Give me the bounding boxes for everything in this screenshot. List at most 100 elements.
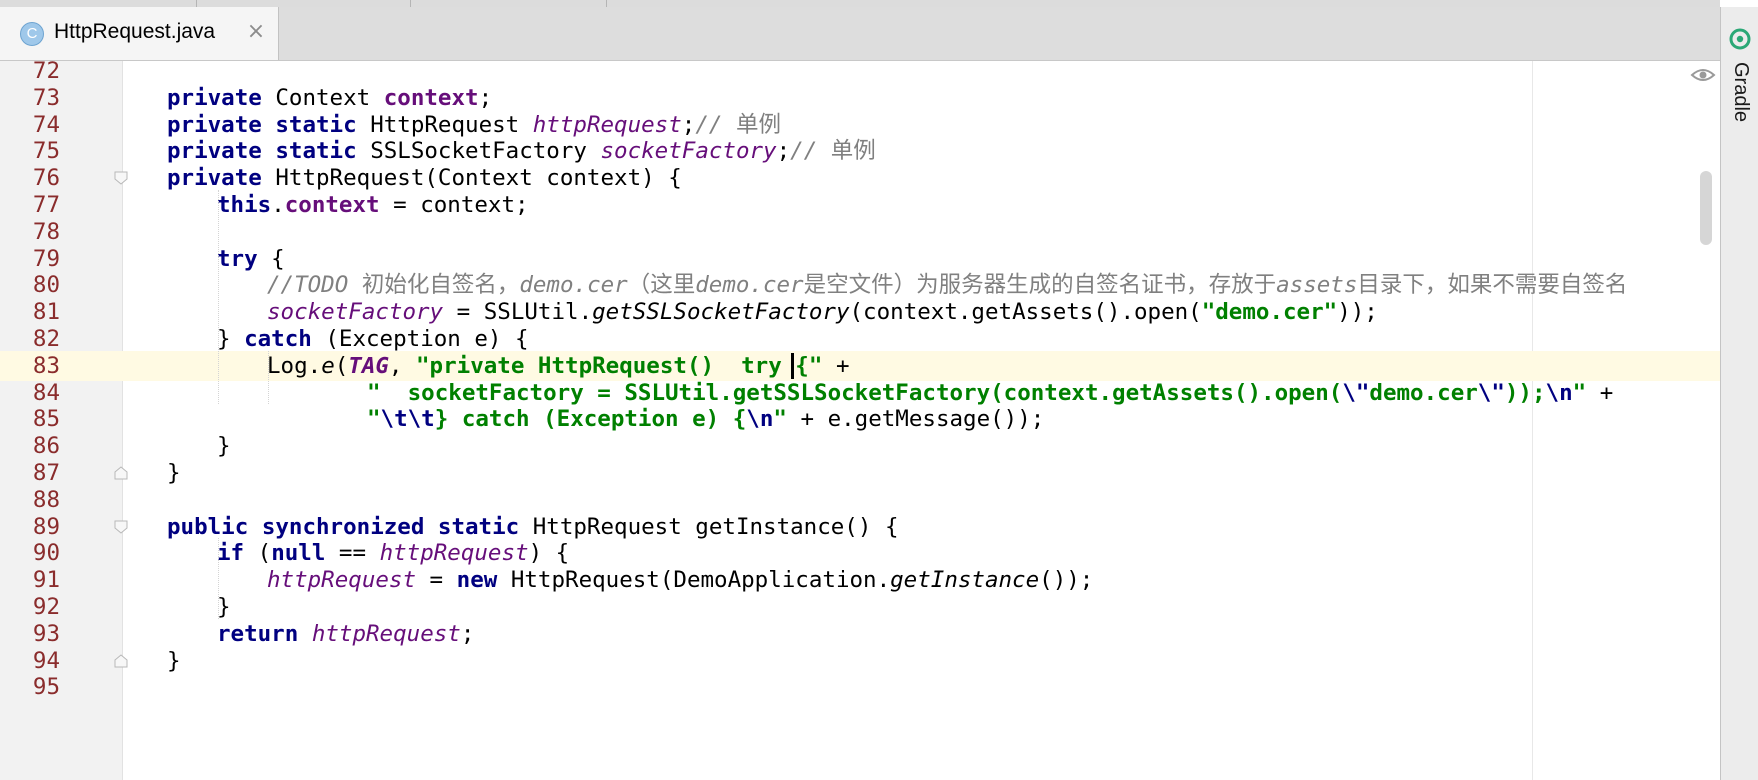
code-line[interactable]: 91 httpRequest = new HttpRequest(DemoAppl…: [0, 565, 1720, 595]
code-text: " socketFactory = SSLUtil.getSSLSocketFa…: [367, 378, 1613, 408]
code-token: }: [217, 594, 231, 620]
code-token: (: [334, 352, 349, 379]
code-text: private Context context;: [167, 83, 492, 113]
code-token: try: [217, 245, 258, 272]
code-token: 初始化自签名，: [361, 272, 520, 299]
code-token: .: [271, 192, 285, 218]
gradle-label[interactable]: Gradle: [1729, 62, 1752, 122]
code-line[interactable]: 77 this.context = context;: [0, 190, 1720, 220]
code-editor[interactable]: 72 73 private Context context; 74 private st…: [0, 61, 1720, 780]
indent-guide: [218, 190, 219, 405]
code-token: httpRequest: [267, 567, 417, 594]
code-token: getSSLSocketFactory: [592, 299, 850, 326]
fold-marker-icon[interactable]: [113, 465, 129, 481]
code-token: this: [217, 192, 272, 218]
code-text: } catch (Exception e) {: [217, 324, 529, 354]
code-line[interactable]: 81 socketFactory = SSLUtil.getSSLSocketFa…: [0, 297, 1720, 327]
code-line[interactable]: 79 try {: [0, 244, 1720, 274]
code-token: +: [835, 352, 850, 379]
code-text: }: [217, 431, 231, 461]
line-number: 76: [32, 165, 60, 192]
code-token: context: [284, 192, 380, 218]
code-token: private static: [167, 111, 357, 138]
code-text: }: [167, 458, 181, 488]
code-token: {: [257, 245, 285, 272]
code-line[interactable]: 75 private static SSLSocketFactory socket…: [0, 136, 1720, 166]
code-line[interactable]: 82} catch (Exception e) {: [0, 324, 1720, 354]
code-token: }: [167, 647, 181, 674]
code-line[interactable]: 88: [0, 485, 1720, 515]
code-line[interactable]: 90 if (null == httpRequest) {: [0, 538, 1720, 568]
close-icon[interactable]: ×: [244, 19, 268, 45]
gradle-elephant-icon[interactable]: [1728, 27, 1752, 51]
code-line[interactable]: 80//TODO 初始化自签名，demo.cer（这里demo.cer是空文件）…: [0, 270, 1720, 300]
line-number: 73: [32, 84, 60, 111]
fold-marker-icon[interactable]: [113, 519, 129, 535]
code-token: = SSLUtil.: [443, 299, 593, 326]
code-token: getInstance: [890, 567, 1040, 594]
code-text: private static HttpRequest httpRequest;/…: [167, 110, 781, 140]
tab-separator: [196, 0, 197, 7]
code-text: httpRequest = new HttpRequest(DemoApplic…: [267, 565, 1093, 595]
line-number: 77: [32, 192, 60, 218]
code-text: Log.e(TAG, "private HttpRequest() try {"…: [267, 351, 850, 381]
code-token: ": [1572, 379, 1587, 406]
code-line[interactable]: 86}: [0, 431, 1720, 461]
line-number: 84: [32, 379, 60, 406]
code-token: " socketFactory = SSLUtil.getSSLSocketFa…: [367, 379, 1343, 406]
code-token: //TODO: [267, 272, 362, 299]
code-token: = context;: [379, 192, 529, 218]
fold-marker-icon[interactable]: [113, 170, 129, 186]
code-token: e: [321, 352, 335, 379]
tab-separator: [606, 0, 607, 7]
code-line[interactable]: 84 " socketFactory = SSLUtil.getSSLSocket…: [0, 378, 1720, 408]
code-text: return httpRequest;: [217, 619, 474, 649]
line-number: 92: [32, 594, 60, 620]
line-number: 79: [32, 245, 60, 272]
code-line[interactable]: 93 return httpRequest;: [0, 619, 1720, 649]
gradle-tool-window-stripe[interactable]: Gradle: [1720, 7, 1758, 780]
code-line[interactable]: 92}: [0, 592, 1720, 622]
code-token: Log.: [267, 352, 322, 379]
tab-title: HttpRequest.java: [54, 20, 216, 43]
indent-guide: [268, 350, 269, 405]
code-token: 单例: [830, 138, 876, 165]
code-token: null: [271, 540, 326, 567]
code-line[interactable]: 83 Log.e(TAG, "private HttpRequest() try …: [0, 350, 1720, 381]
tab-separator: [410, 0, 411, 7]
code-line[interactable]: 85 "\t\t} catch (Exception e) {\n" + e.ge…: [0, 404, 1720, 434]
fold-marker-icon[interactable]: [113, 653, 129, 669]
code-token: private static: [167, 138, 357, 165]
code-token: "private HttpRequest() try {": [416, 352, 836, 379]
code-token: ;: [681, 111, 696, 138]
code-text: public synchronized static HttpRequest g…: [167, 512, 899, 542]
code-token: demo.cer: [1369, 379, 1478, 406]
code-text: this.context = context;: [217, 190, 529, 220]
code-token: Context: [261, 84, 384, 111]
code-token: HttpRequest getInstance() {: [519, 513, 899, 540]
code-line[interactable]: 95: [0, 672, 1720, 702]
code-token: \n: [746, 406, 774, 433]
code-line[interactable]: 78: [0, 217, 1720, 247]
code-line[interactable]: 76 private HttpRequest(Context context) {: [0, 163, 1720, 193]
code-line[interactable]: 73 private Context context;: [0, 83, 1720, 113]
code-text: private HttpRequest(Context context) {: [167, 163, 682, 193]
code-token: =: [416, 567, 457, 594]
code-token: httpRequest: [311, 620, 461, 647]
code-token: HttpRequest: [356, 111, 533, 138]
code-line[interactable]: 87}: [0, 458, 1720, 488]
code-line[interactable]: 94}: [0, 646, 1720, 676]
code-token: }: [167, 460, 181, 486]
code-line[interactable]: 89 public synchronized static HttpRequest…: [0, 512, 1720, 542]
code-token: ,: [388, 352, 417, 379]
code-token: ));: [1504, 379, 1546, 406]
tab-httprequest-java[interactable]: C HttpRequest.java ×: [0, 7, 279, 60]
line-number: 94: [32, 647, 60, 674]
code-token: 单例: [735, 111, 781, 138]
code-token: (context.getAssets().open(: [849, 299, 1202, 326]
code-text: socketFactory = SSLUtil.getSSLSocketFact…: [267, 297, 1378, 327]
line-number: 80: [32, 272, 60, 299]
text-caret: [791, 352, 794, 379]
code-line[interactable]: 74 private static HttpRequest httpRequest…: [0, 110, 1720, 140]
line-number: 89: [32, 513, 60, 540]
